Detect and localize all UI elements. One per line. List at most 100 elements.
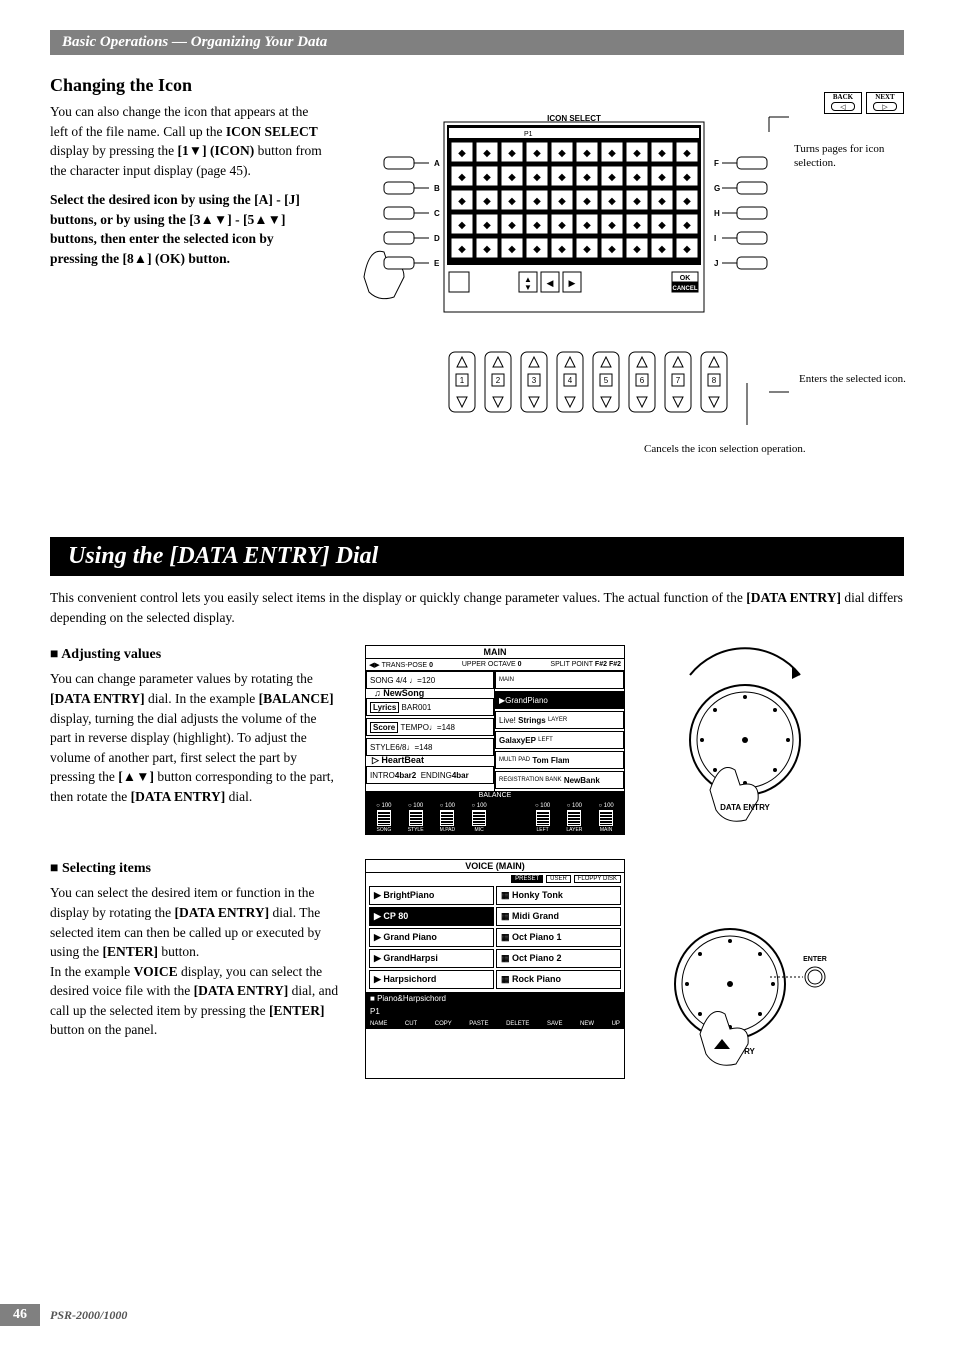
- tab-user[interactable]: USER: [546, 875, 571, 883]
- svg-text:C: C: [434, 209, 440, 218]
- svg-text:1: 1: [460, 376, 465, 385]
- svg-text:◆: ◆: [683, 220, 691, 231]
- button-ref: [DATA ENTRY]: [194, 983, 289, 998]
- icon-select-panel-figure: BACK ◁ NEXT ▷ Turns pages for icon selec…: [344, 102, 904, 507]
- voice-item[interactable]: ▶ Harpsichord: [369, 970, 494, 989]
- svg-text:7: 7: [676, 376, 681, 385]
- main-display: MAIN ◀▶ TRANS-POSE 0 UPPER OCTAVE 0 SPLI…: [365, 645, 625, 835]
- svg-text:◆: ◆: [583, 196, 591, 207]
- svg-text:ENTER: ENTER: [803, 956, 827, 963]
- next-button[interactable]: ▷: [873, 102, 897, 111]
- button-ref: [DATA ENTRY]: [131, 789, 226, 804]
- button-ref: [DATA ENTRY]: [50, 691, 145, 706]
- text: This convenient control lets you easily …: [50, 590, 746, 605]
- voice-title: VOICE (MAIN): [366, 860, 624, 873]
- voice-item[interactable]: ▶ GrandHarpsi: [369, 949, 494, 968]
- voice-item[interactable]: ▦ Midi Grand: [496, 907, 621, 926]
- voice-item[interactable]: ▦ Oct Piano 1: [496, 928, 621, 947]
- svg-text:H: H: [714, 209, 720, 218]
- svg-text:◀: ◀: [547, 278, 554, 288]
- button-ref: [DATA ENTRY]: [746, 590, 841, 605]
- tab-floppy[interactable]: FLOPPY DISK: [574, 875, 621, 883]
- button-ref: [BALANCE]: [259, 691, 334, 706]
- text: button on the panel.: [50, 1022, 157, 1037]
- svg-text:◆: ◆: [608, 148, 616, 159]
- svg-text:◆: ◆: [483, 148, 491, 159]
- svg-text:A: A: [434, 159, 440, 168]
- button-ref: [DATA ENTRY]: [174, 905, 269, 920]
- voice-item[interactable]: ▦ Oct Piano 2: [496, 949, 621, 968]
- tab-preset[interactable]: PRESET: [511, 875, 543, 883]
- button-ref: [ENTER]: [269, 1003, 325, 1018]
- text: dial. In the example: [148, 691, 259, 706]
- svg-text:◆: ◆: [658, 220, 666, 231]
- svg-text:◆: ◆: [483, 244, 491, 255]
- svg-text:◆: ◆: [683, 196, 691, 207]
- sub-title-selecting: Selecting items: [50, 859, 340, 879]
- page-number: 46: [0, 1304, 40, 1326]
- svg-text:◆: ◆: [633, 196, 641, 207]
- svg-text:◆: ◆: [458, 244, 466, 255]
- svg-text:I: I: [714, 234, 716, 243]
- svg-text:◆: ◆: [508, 196, 516, 207]
- svg-text:6: 6: [640, 376, 645, 385]
- page-footer: 46 PSR-2000/1000: [0, 1304, 127, 1326]
- back-label: BACK: [825, 93, 861, 101]
- data-entry-dial-figure: DATA ENTRY: [650, 645, 840, 835]
- svg-text:◆: ◆: [483, 220, 491, 231]
- instruction-bold: Select the desired icon by using the [A]…: [50, 192, 300, 266]
- voice-display: VOICE (MAIN) PRESET USER FLOPPY DISK ▶ B…: [365, 859, 625, 1079]
- svg-text:◆: ◆: [683, 148, 691, 159]
- svg-text:4: 4: [568, 376, 573, 385]
- svg-text:◆: ◆: [658, 172, 666, 183]
- button-ref: VOICE: [134, 964, 178, 979]
- svg-text:◆: ◆: [658, 196, 666, 207]
- voice-item[interactable]: ▶ BrightPiano: [369, 886, 494, 905]
- svg-text:◆: ◆: [533, 220, 541, 231]
- svg-text:◆: ◆: [608, 244, 616, 255]
- svg-text:◆: ◆: [508, 220, 516, 231]
- cancels-label: Cancels the icon selection operation.: [644, 442, 904, 456]
- voice-item[interactable]: ▶ Grand Piano: [369, 928, 494, 947]
- svg-text:▼: ▼: [524, 283, 532, 292]
- button-ref: [ENTER]: [103, 944, 159, 959]
- svg-text:F: F: [714, 159, 719, 168]
- svg-text:◆: ◆: [633, 148, 641, 159]
- svg-text:◆: ◆: [658, 148, 666, 159]
- breadcrumb-header: Basic Operations — Organizing Your Data: [50, 30, 904, 55]
- svg-text:CANCEL: CANCEL: [673, 286, 698, 292]
- voice-item[interactable]: ▶ CP 80: [369, 907, 494, 926]
- svg-text:B: B: [434, 184, 440, 193]
- svg-text:◆: ◆: [558, 244, 566, 255]
- section-title-data-entry: Using the [DATA ENTRY] Dial: [50, 537, 904, 576]
- svg-text:◆: ◆: [558, 172, 566, 183]
- main-title: MAIN: [366, 646, 624, 659]
- svg-text:◆: ◆: [583, 148, 591, 159]
- svg-text:◆: ◆: [583, 172, 591, 183]
- svg-text:◆: ◆: [608, 196, 616, 207]
- svg-text:◆: ◆: [608, 172, 616, 183]
- voice-item[interactable]: ▦ Honky Tonk: [496, 886, 621, 905]
- back-button[interactable]: ◁: [831, 102, 855, 111]
- svg-text:◆: ◆: [633, 220, 641, 231]
- text: In the example: [50, 964, 134, 979]
- svg-text:◆: ◆: [658, 244, 666, 255]
- button-ref: [1▼] (ICON): [178, 143, 255, 158]
- svg-text:P1: P1: [524, 131, 533, 138]
- svg-text:◆: ◆: [533, 148, 541, 159]
- data-entry-dial-enter-figure: DATA ENTRY ENTER: [650, 889, 840, 1079]
- svg-text:◆: ◆: [533, 196, 541, 207]
- svg-text:◆: ◆: [483, 172, 491, 183]
- text: dial.: [229, 789, 253, 804]
- svg-text:◆: ◆: [508, 172, 516, 183]
- text: display by pressing the: [50, 143, 178, 158]
- svg-text:◆: ◆: [458, 220, 466, 231]
- model-label: PSR-2000/1000: [50, 1308, 127, 1323]
- svg-text:2: 2: [496, 376, 501, 385]
- next-label: NEXT: [867, 93, 903, 101]
- adjusting-body: You can change parameter values by rotat…: [50, 669, 340, 806]
- svg-text:◆: ◆: [683, 172, 691, 183]
- svg-text:◆: ◆: [558, 220, 566, 231]
- voice-item[interactable]: ▦ Rock Piano: [496, 970, 621, 989]
- svg-text:◆: ◆: [683, 244, 691, 255]
